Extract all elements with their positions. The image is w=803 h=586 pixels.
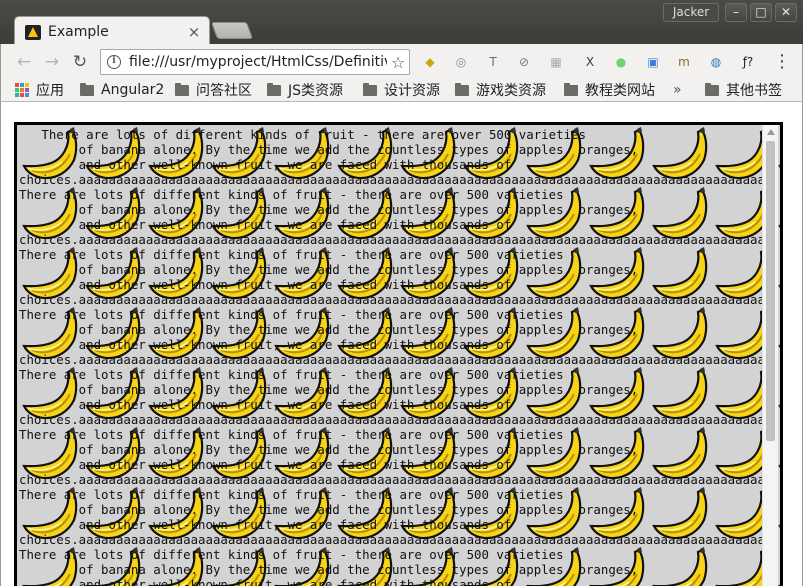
folder-icon <box>455 82 469 96</box>
folder-icon <box>175 82 189 96</box>
folder-icon <box>564 82 578 96</box>
bookmark-label: 设计资源 <box>384 83 440 99</box>
page-viewport: There are lots of different kinds of fru… <box>0 102 803 586</box>
folder-icon <box>363 82 377 96</box>
forward-button[interactable]: → <box>41 51 63 73</box>
bookmark-folder-design[interactable]: 设计资源 <box>363 80 440 100</box>
bookmark-folder-other[interactable]: 其他书签 <box>705 80 782 100</box>
bookmark-folder-games[interactable]: 游戏类资源 <box>455 80 546 100</box>
folder-icon <box>705 82 719 96</box>
bookmarks-overflow-button[interactable]: » <box>673 80 682 100</box>
disable-extension-icon[interactable]: ⊘ <box>515 53 533 71</box>
menu-button[interactable]: ⋮ <box>771 51 793 73</box>
fruit-paragraph: There are lots of different kinds of fru… <box>19 547 639 586</box>
bookmark-folder-qa[interactable]: 问答社区 <box>175 80 252 100</box>
browser-tab[interactable]: Example × <box>14 16 210 45</box>
close-window-button[interactable]: ✕ <box>775 3 797 22</box>
fruit-paragraph: There are lots of different kinds of fru… <box>19 127 764 187</box>
bookmark-star-icon[interactable]: ☆ <box>387 53 409 72</box>
vertical-scrollbar[interactable] <box>762 125 778 586</box>
folder-icon <box>80 82 94 96</box>
globe-extension-icon[interactable]: ◍ <box>707 53 725 71</box>
ring-extension-icon[interactable]: ◎ <box>452 53 470 71</box>
bookmarks-bar: 应用 Angular2 问答社区 JS类资源 设计资源 游戏类资源 教程类网站 … <box>0 78 803 102</box>
formula-extension-icon[interactable]: ƒ? <box>739 53 757 71</box>
bookmark-folder-js[interactable]: JS类资源 <box>267 80 343 100</box>
bookmark-label: JS类资源 <box>288 83 344 99</box>
fruit-paragraphs: There are lots of different kinds of fru… <box>19 127 764 586</box>
bookmark-label: 游戏类资源 <box>476 83 546 99</box>
window-titlebar: Example × Jacker – □ ✕ <box>0 0 803 45</box>
bookmark-label: 问答社区 <box>196 83 252 99</box>
page-info-icon[interactable]: i <box>107 55 121 69</box>
apps-grid-icon <box>15 83 29 97</box>
bookmark-label: 其他书签 <box>726 83 782 99</box>
bookmark-label: 应用 <box>36 83 64 99</box>
fruit-paragraph: There are lots of different kinds of fru… <box>19 367 764 427</box>
bracket-extension-icon[interactable]: ▣ <box>644 53 662 71</box>
tab-close-icon[interactable]: × <box>187 23 201 41</box>
folder-icon <box>267 82 281 96</box>
maximize-button[interactable]: □ <box>750 3 772 22</box>
address-bar[interactable]: i file:///usr/myproject/HtmlCss/Definiti… <box>100 49 410 75</box>
bookmark-label: Angular2 <box>101 82 165 98</box>
fruit-paragraph: There are lots of different kinds of fru… <box>19 427 764 487</box>
new-tab-button[interactable] <box>210 22 254 39</box>
fruit-paragraph: There are lots of different kinds of fru… <box>19 487 764 547</box>
scroll-up-arrow-icon[interactable] <box>767 129 775 135</box>
browser-toolbar: ← → ↻ i file:///usr/myproject/HtmlCss/De… <box>0 44 803 78</box>
bookmark-label: 教程类网站 <box>585 83 655 99</box>
fruit-paragraph: There are lots of different kinds of fru… <box>19 307 764 367</box>
color-grid-extension-icon[interactable]: ▦ <box>547 53 565 71</box>
minimize-button[interactable]: – <box>725 3 747 22</box>
font-extension-icon[interactable]: T <box>484 53 502 71</box>
m-extension-icon[interactable]: m <box>675 53 693 71</box>
pdf-extension-icon[interactable]: ◆ <box>421 53 439 71</box>
banana-background-box: There are lots of different kinds of fru… <box>14 122 783 586</box>
green-dot-extension-icon[interactable]: ● <box>612 53 630 71</box>
reload-button[interactable]: ↻ <box>69 51 91 73</box>
bookmark-apps[interactable]: 应用 <box>15 80 64 100</box>
url-text[interactable]: file:///usr/myproject/HtmlCss/Definitive <box>129 54 387 70</box>
back-button[interactable]: ← <box>13 51 35 73</box>
x-extension-icon[interactable]: X <box>581 53 599 71</box>
fruit-paragraph: There are lots of different kinds of fru… <box>19 247 764 307</box>
tab-title: Example <box>48 24 109 40</box>
page-favicon-icon <box>25 24 41 40</box>
fruit-paragraph: There are lots of different kinds of fru… <box>19 187 764 247</box>
profile-button[interactable]: Jacker <box>663 3 719 22</box>
bookmark-folder-tutorials[interactable]: 教程类网站 <box>564 80 655 100</box>
scroll-thumb[interactable] <box>766 141 775 441</box>
bookmark-folder-angular2[interactable]: Angular2 <box>80 80 164 100</box>
